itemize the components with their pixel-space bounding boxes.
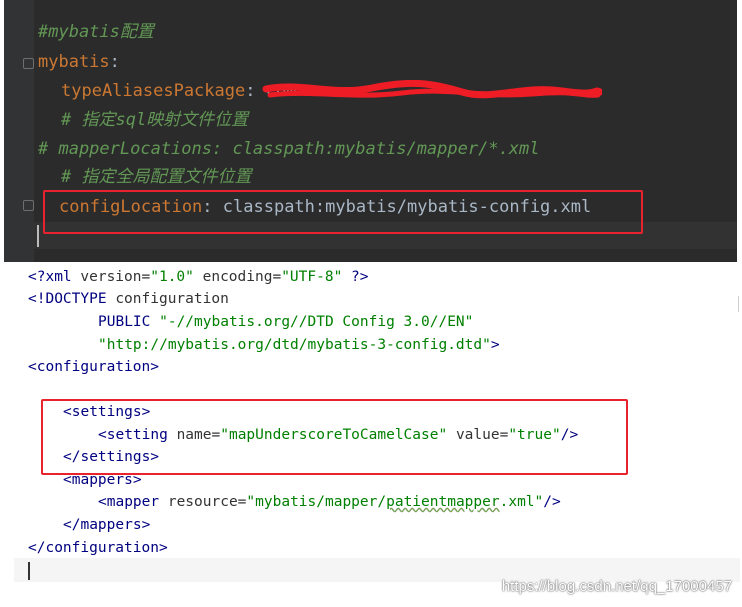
watermark-text: https://blog.csdn.net/qq_17000457 xyxy=(501,578,732,595)
yaml-line-comment-sql[interactable]: # 指定sql映射文件位置 xyxy=(61,108,248,132)
xml-line-declaration[interactable]: <?xml version="1.0" encoding="UTF-8" ?> xyxy=(28,267,369,288)
yaml-line-comment-global[interactable]: # 指定全局配置文件位置 xyxy=(61,165,251,189)
yaml-line-mapper-locations[interactable]: # mapperLocations: classpath:mybatis/map… xyxy=(38,137,540,161)
xml-line-configuration-open[interactable]: <configuration> xyxy=(28,357,159,378)
redaction-scribble xyxy=(262,80,602,99)
fold-toggle-icon[interactable] xyxy=(23,200,34,211)
xml-line-system-id[interactable]: "http://mybatis.org/dtd/mybatis-3-config… xyxy=(98,335,500,356)
xml-line-doctype[interactable]: <!DOCTYPE configuration xyxy=(28,289,229,310)
xml-line-public-id[interactable]: PUBLIC "-//mybatis.org//DTD Config 3.0//… xyxy=(98,312,473,333)
yaml-line-comment-title[interactable]: #mybatis配置 xyxy=(38,20,154,44)
highlight-box-config-location xyxy=(43,190,643,234)
yaml-text-caret xyxy=(37,225,39,247)
highlight-box-settings xyxy=(41,399,628,475)
fold-toggle-icon[interactable] xyxy=(23,58,34,69)
xml-line-configuration-close[interactable]: </configuration> xyxy=(28,538,168,559)
right-margin-mark xyxy=(738,296,739,312)
xml-line-mapper[interactable]: <mapper resource="mybatis/mapper/patient… xyxy=(98,492,561,513)
yaml-line-mybatis[interactable]: mybatis: xyxy=(38,50,120,74)
yaml-gutter xyxy=(4,0,34,262)
xml-text-caret xyxy=(28,562,30,580)
xml-line-mappers-close[interactable]: </mappers> xyxy=(63,515,150,536)
